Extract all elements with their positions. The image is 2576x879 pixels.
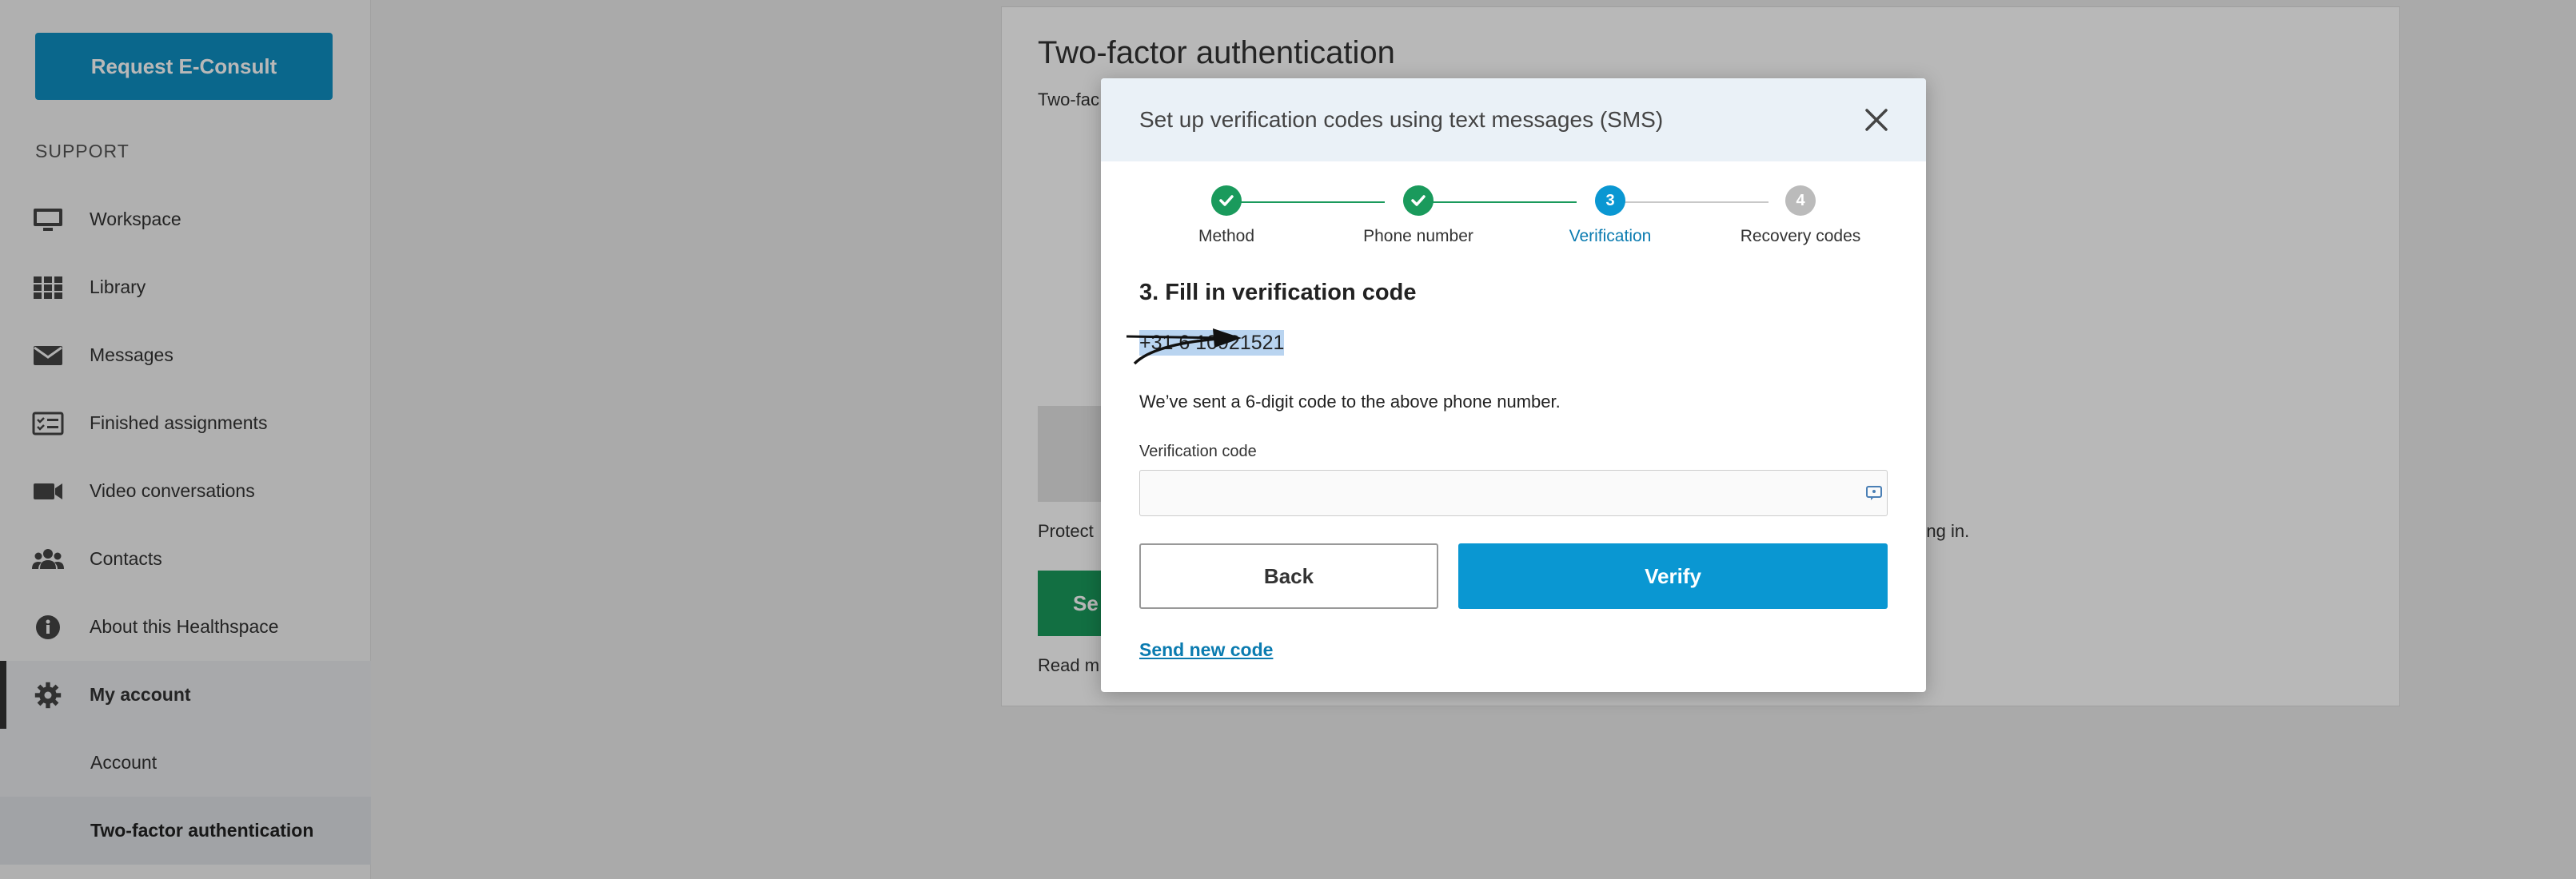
step-label: Verification [1569, 227, 1652, 245]
verify-button[interactable]: Verify [1458, 543, 1888, 609]
step-verification: 3 Verification [1530, 185, 1690, 246]
step-number: 3 [1595, 185, 1625, 216]
sent-code-text: We’ve sent a 6-digit code to the above p… [1139, 392, 1561, 412]
send-new-code-link[interactable]: Send new code [1139, 639, 1273, 661]
autofill-icon[interactable] [1865, 484, 1883, 502]
step-method: Method [1146, 185, 1306, 246]
sms-setup-dialog: Set up verification codes using text mes… [1101, 78, 1926, 692]
dialog-title: Set up verification codes using text mes… [1139, 107, 1664, 132]
progress-stepper: Method Phone number 3 Verification 4 Rec… [1101, 185, 1926, 257]
step-number: 4 [1785, 185, 1816, 216]
back-button[interactable]: Back [1139, 543, 1438, 609]
close-icon[interactable] [1862, 105, 1891, 134]
step-phone-number: Phone number [1338, 185, 1498, 246]
step-label: Phone number [1363, 227, 1473, 245]
check-icon [1403, 185, 1434, 216]
phone-number-display: +31 6 10921521 [1126, 328, 1285, 365]
check-icon [1211, 185, 1242, 216]
step-recovery-codes: 4 Recovery codes [1721, 185, 1880, 246]
verification-code-label: Verification code [1139, 443, 1257, 460]
verification-code-input[interactable] [1139, 470, 1888, 516]
step-label: Recovery codes [1740, 227, 1861, 245]
section-heading: 3. Fill in verification code [1139, 280, 1417, 305]
phone-number: +31 6 10921521 [1139, 330, 1285, 356]
dialog-header: Set up verification codes using text mes… [1101, 78, 1926, 161]
step-label: Method [1198, 227, 1255, 245]
